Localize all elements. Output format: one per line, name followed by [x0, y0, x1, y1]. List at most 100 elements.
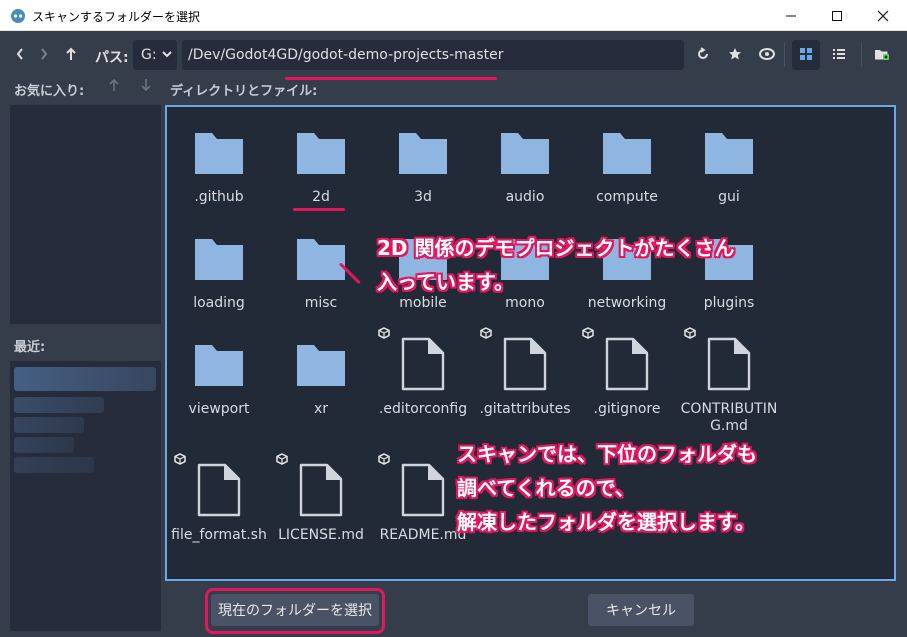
recent-list[interactable] [10, 361, 161, 631]
drive-select[interactable]: G: [133, 40, 177, 70]
item-name: .github [194, 189, 244, 205]
folder-icon [399, 133, 447, 174]
annotation-line: スキャンでは、下位のフォルダも [457, 442, 757, 466]
file-item[interactable]: file_format.sh [168, 453, 270, 544]
folder-icon [195, 345, 243, 386]
resource-cube-icon [276, 453, 288, 465]
resource-cube-icon [378, 453, 390, 465]
arrow-down-icon [141, 79, 151, 92]
folder-item[interactable]: .github [168, 129, 270, 206]
eye-icon [759, 48, 775, 60]
item-name: 2d [312, 189, 330, 205]
item-name: LICENSE.md [278, 527, 364, 543]
file-item[interactable]: LICENSE.md [270, 453, 372, 544]
window-title: スキャンするフォルダーを選択 [32, 10, 201, 24]
cancel-button[interactable]: キャンセル [588, 594, 694, 626]
folder-item[interactable]: misc [270, 235, 372, 312]
recent-item-blurred[interactable] [14, 417, 84, 433]
item-name: file_format.sh [171, 527, 267, 543]
item-name: .editorconfig [378, 401, 468, 417]
path-input[interactable]: /Dev/Godot4GD/godot-demo-projects-master [182, 40, 684, 70]
file-item[interactable]: .gitattributes [474, 327, 576, 418]
folder-item[interactable]: viewport [168, 341, 270, 418]
grid-view-button[interactable] [795, 43, 817, 65]
file-item[interactable]: .gitignore [576, 327, 678, 418]
arrow-up-icon [66, 47, 76, 60]
favorites-list[interactable] [10, 105, 161, 324]
folder-item[interactable]: 3d [372, 129, 474, 206]
file-dialog: パス: G: /Dev/Godot4GD/godot-demo-projects… [0, 31, 907, 637]
select-current-folder-button[interactable]: 現在のフォルダーを選択 [211, 594, 379, 626]
recent-item-blurred[interactable] [14, 367, 156, 391]
recent-item-blurred[interactable] [14, 457, 94, 473]
minimize-button[interactable] [768, 0, 814, 31]
annotation-line: 解凍したフォルダを選択します。 [457, 510, 755, 534]
favorite-button[interactable] [724, 43, 746, 65]
folder-icon [195, 133, 243, 174]
resource-cube-icon [378, 327, 390, 339]
folder-item[interactable]: xr [270, 341, 372, 418]
recent-label: 最近: [14, 340, 46, 355]
item-name: misc [304, 295, 338, 311]
chevron-down-icon [162, 51, 172, 58]
new-folder-button[interactable] [871, 43, 893, 65]
favorite-down-button[interactable] [140, 78, 152, 96]
annotation-scan-note: スキャンでは、下位のフォルダも 調べてくれるので、 解凍したフォルダを選択します… [457, 437, 757, 539]
item-name: gui [718, 189, 740, 205]
folder-item[interactable]: loading [168, 235, 270, 312]
file-item[interactable]: CONTRIBUTIN G.md [678, 327, 780, 435]
toolbar-separator [861, 43, 862, 67]
favorites-label: お気に入り: [14, 84, 85, 99]
close-button[interactable] [860, 0, 906, 31]
resource-cube-icon [480, 327, 492, 339]
list-icon [833, 49, 845, 59]
folder-item[interactable]: 2d [270, 129, 372, 206]
resource-cube-icon [684, 327, 696, 339]
chevron-right-icon [41, 48, 48, 60]
back-button[interactable] [9, 43, 31, 65]
directory-label: ディレクトリとファイル: [170, 84, 318, 99]
annotation-line: 入っています。 [377, 270, 514, 294]
go-up-button[interactable] [60, 43, 82, 65]
annotation-line: 調べてくれるので、 [457, 476, 635, 500]
item-name: 3d [414, 189, 432, 205]
annotation-line: 2D 関係のデモプロジェクトがたくさん [377, 236, 735, 260]
maximize-button[interactable] [814, 0, 860, 31]
item-name: .gitignore [593, 401, 661, 417]
folder-icon [297, 133, 345, 174]
annotation-2d-demos: 2D 関係のデモプロジェクトがたくさん 入っています。 [377, 231, 734, 299]
file-icon [299, 463, 343, 517]
forward-button[interactable] [33, 43, 55, 65]
refresh-button[interactable] [692, 43, 714, 65]
close-icon [877, 10, 889, 21]
file-item[interactable]: .editorconfig [372, 327, 474, 418]
star-icon [729, 48, 741, 60]
minimize-icon [786, 15, 796, 16]
file-icon [605, 337, 649, 391]
favorite-up-button[interactable] [108, 78, 120, 96]
show-hidden-button[interactable] [756, 43, 778, 65]
file-icon [503, 337, 547, 391]
folder-item[interactable]: gui [678, 129, 780, 206]
item-name: xr [313, 401, 329, 417]
item-name: CONTRIBUTIN G.md [680, 401, 778, 434]
recent-item-blurred[interactable] [14, 437, 74, 453]
chevron-left-icon [16, 48, 23, 60]
arrow-up-icon [109, 78, 119, 91]
godot-app-icon [11, 9, 25, 23]
folder-item[interactable]: audio [474, 129, 576, 206]
item-name: compute [596, 189, 658, 205]
recent-item-blurred[interactable] [14, 397, 104, 413]
file-icon [401, 337, 445, 391]
drive-value: G: [141, 47, 157, 63]
annotation-underline-2d [293, 208, 345, 211]
resource-cube-icon [174, 453, 186, 465]
title-bar: スキャンするフォルダーを選択 [0, 0, 907, 31]
folder-item[interactable]: compute [576, 129, 678, 206]
folder-icon [705, 133, 753, 174]
file-icon [401, 463, 445, 517]
folder-icon [195, 239, 243, 280]
file-icon [197, 463, 241, 517]
item-name: .gitattributes [479, 401, 571, 417]
list-view-button[interactable] [828, 43, 850, 65]
